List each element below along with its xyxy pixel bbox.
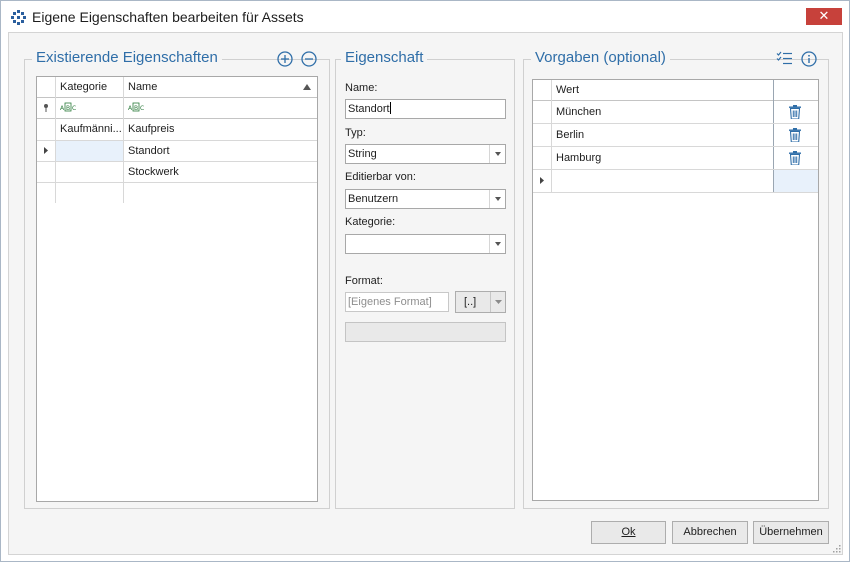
- resize-grip-icon[interactable]: [832, 544, 841, 553]
- svg-text:A: A: [60, 105, 65, 112]
- existing-properties-grid[interactable]: Kategorie Name ABC ABC Kaufmänni... Kauf…: [36, 76, 318, 502]
- trash-icon[interactable]: [789, 105, 801, 119]
- name-field[interactable]: Standort: [345, 99, 506, 119]
- minus-circle-icon[interactable]: [301, 51, 317, 67]
- column-header-wert[interactable]: Wert: [556, 84, 579, 96]
- svg-text:C: C: [140, 105, 144, 112]
- typ-label: Typ:: [345, 127, 366, 139]
- typ-combobox[interactable]: String: [345, 144, 506, 164]
- row-indicator-icon: [44, 147, 48, 154]
- column-header-kategorie[interactable]: Kategorie: [60, 81, 107, 93]
- format-picker-button[interactable]: [..]: [455, 291, 506, 313]
- close-icon: ✕: [818, 9, 830, 24]
- chevron-down-icon[interactable]: [490, 292, 505, 312]
- defaults-title: Vorgaben (optional): [531, 49, 670, 66]
- cell-name: Stockwerk: [128, 166, 179, 178]
- plus-circle-icon[interactable]: [277, 51, 293, 67]
- table-row[interactable]: Hamburg: [533, 147, 818, 169]
- window-title: Eigene Eigenschaften bearbeiten für Asse…: [32, 9, 304, 25]
- dialog-window: Eigene Eigenschaften bearbeiten für Asse…: [0, 0, 850, 562]
- trash-icon[interactable]: [789, 128, 801, 142]
- kategorie-label: Kategorie:: [345, 216, 396, 228]
- name-label: Name:: [345, 82, 378, 94]
- app-icon: [11, 10, 27, 26]
- chevron-down-icon[interactable]: [489, 235, 505, 253]
- editable-by-label: Editierbar von:: [345, 171, 416, 183]
- table-row[interactable]: Stockwerk: [37, 162, 317, 182]
- trash-icon[interactable]: [789, 151, 801, 165]
- svg-text:B: B: [134, 105, 138, 112]
- svg-text:B: B: [66, 105, 70, 112]
- format-preview-field: [345, 322, 506, 342]
- checklist-icon[interactable]: [776, 51, 793, 66]
- sort-ascending-icon: [303, 84, 311, 90]
- existing-properties-group: Existierende Eigenschaften Kategorie Nam…: [24, 49, 330, 509]
- chevron-down-icon[interactable]: [489, 190, 505, 208]
- kategorie-combobox[interactable]: [345, 234, 506, 254]
- column-header-name[interactable]: Name: [128, 81, 157, 93]
- new-row[interactable]: [533, 170, 818, 192]
- defaults-group: Vorgaben (optional) Wert München Berlin …: [523, 49, 829, 509]
- dialog-body: Existierende Eigenschaften Kategorie Nam…: [8, 32, 843, 555]
- svg-text:A: A: [128, 105, 133, 112]
- existing-properties-title: Existierende Eigenschaften: [32, 49, 222, 66]
- abc-filter-icon[interactable]: ABC: [60, 102, 76, 112]
- editable-by-combobox[interactable]: Benutzern: [345, 189, 506, 209]
- title-bar: Eigene Eigenschaften bearbeiten für Asse…: [1, 1, 849, 33]
- cell-wert: Hamburg: [556, 152, 602, 164]
- table-row-selected[interactable]: Standort: [37, 141, 317, 161]
- abc-filter-icon[interactable]: ABC: [128, 102, 144, 112]
- table-row[interactable]: Kaufmänni... Kaufpreis: [37, 119, 317, 140]
- cell-name: Kaufpreis: [128, 123, 175, 135]
- property-group: Eigenschaft Name: Standort Typ: String E…: [335, 49, 515, 509]
- cell-wert: Berlin: [556, 129, 585, 141]
- format-label: Format:: [345, 275, 383, 287]
- table-row[interactable]: Berlin: [533, 124, 818, 146]
- cell-name: Standort: [128, 145, 170, 157]
- filter-pin-icon: [44, 104, 48, 112]
- cell-kategorie: Kaufmänni...: [60, 123, 122, 135]
- property-title: Eigenschaft: [341, 49, 428, 66]
- close-button[interactable]: ✕: [806, 8, 842, 25]
- table-row[interactable]: München: [533, 101, 818, 123]
- svg-text:C: C: [72, 105, 76, 112]
- ok-button[interactable]: Ok: [591, 521, 666, 544]
- format-field: [Eigenes Format]: [345, 292, 449, 312]
- info-icon[interactable]: [801, 51, 817, 67]
- defaults-grid[interactable]: Wert München Berlin Hamburg: [532, 79, 819, 501]
- row-indicator-icon: [540, 177, 544, 184]
- cell-wert: München: [556, 106, 602, 118]
- chevron-down-icon[interactable]: [489, 145, 505, 163]
- apply-button[interactable]: Übernehmen: [753, 521, 829, 544]
- cancel-button[interactable]: Abbrechen: [672, 521, 748, 544]
